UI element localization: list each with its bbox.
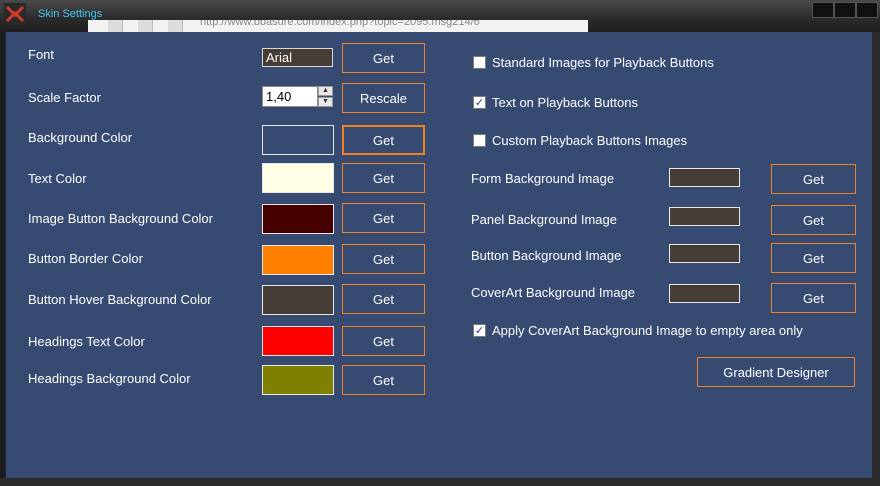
apply-coverart-checkbox[interactable]: ✓ [473,324,486,337]
browser-icon [168,20,183,32]
window-frame-right [872,32,880,478]
coverart-bg-image-label: CoverArt Background Image [471,285,636,300]
form-bg-image-preview [669,168,740,187]
text-color-label: Text Color [28,171,87,186]
button-hover-bg-color-label: Button Hover Background Color [28,292,212,307]
window-frame-bottom [0,478,880,486]
close-button[interactable] [856,2,878,18]
background-url-text: http://www.bbasure.com/index.php?topic=2… [200,20,480,28]
standard-images-checkbox[interactable] [473,56,486,69]
button-bg-image-preview [669,244,740,263]
gradient-designer-button[interactable]: Gradient Designer [697,357,855,387]
headings-bg-color-swatch[interactable] [262,365,334,395]
get-button-border-color-button[interactable]: Get [342,244,425,274]
scale-factor-label: Scale Factor [28,90,101,105]
get-coverart-bg-image-button[interactable]: Get [771,283,856,313]
title-bar: Skin Settings http://www.bbasure.com/ind… [0,0,880,32]
get-headings-text-color-button[interactable]: Get [342,326,425,356]
maximize-button[interactable] [834,2,856,18]
get-panel-bg-image-button[interactable]: Get [771,205,856,235]
scale-factor-stepper[interactable]: ▲ ▼ [318,86,333,107]
image-button-bg-color-swatch[interactable] [262,204,334,234]
text-on-playback-checkbox[interactable]: ✓ [473,96,486,109]
app-logo-icon [4,3,26,25]
get-image-button-bg-color-button[interactable]: Get [342,203,425,233]
headings-text-color-swatch[interactable] [262,326,334,356]
get-headings-bg-color-button[interactable]: Get [342,365,425,395]
background-browser-strip: http://www.bbasure.com/index.php?topic=2… [88,20,588,32]
coverart-bg-image-preview [669,284,740,303]
get-text-color-button[interactable]: Get [342,163,425,193]
window-title: Skin Settings [38,8,103,20]
button-hover-bg-color-swatch[interactable] [262,285,334,315]
browser-icon [108,20,123,32]
font-label: Font [28,47,55,62]
button-bg-image-label: Button Background Image [471,248,622,263]
text-color-swatch[interactable] [262,163,334,193]
apply-coverart-label[interactable]: Apply CoverArt Background Image to empty… [492,323,803,338]
button-border-color-label: Button Border Color [28,251,143,266]
spin-up-icon[interactable]: ▲ [318,86,333,96]
image-button-bg-color-label: Image Button Background Color [28,211,213,226]
custom-playback-images-label[interactable]: Custom Playback Buttons Images [492,133,687,148]
minimize-button[interactable] [812,2,834,18]
headings-bg-color-label: Headings Background Color [28,371,191,386]
get-font-button[interactable]: Get [342,43,425,73]
font-field[interactable]: Arial [262,48,333,67]
text-on-playback-label[interactable]: Text on Playback Buttons [492,95,638,110]
get-background-color-button[interactable]: Get [342,125,425,155]
get-button-bg-image-button[interactable]: Get [771,243,856,273]
panel-bg-image-preview [669,207,740,226]
standard-images-label[interactable]: Standard Images for Playback Buttons [492,55,714,70]
browser-icon [138,20,153,32]
rescale-button[interactable]: Rescale [342,83,425,113]
custom-playback-images-checkbox[interactable] [473,134,486,147]
get-form-bg-image-button[interactable]: Get [771,164,856,194]
panel-bg-image-label: Panel Background Image [471,212,617,227]
form-bg-image-label: Form Background Image [471,171,615,186]
spin-down-icon[interactable]: ▼ [318,97,333,107]
background-color-label: Background Color [28,130,133,145]
button-border-color-swatch[interactable] [262,245,334,275]
background-color-swatch[interactable] [262,125,334,155]
headings-text-color-label: Headings Text Color [28,334,145,349]
scale-factor-field[interactable]: 1,40 [262,86,318,107]
get-button-hover-bg-color-button[interactable]: Get [342,284,425,314]
